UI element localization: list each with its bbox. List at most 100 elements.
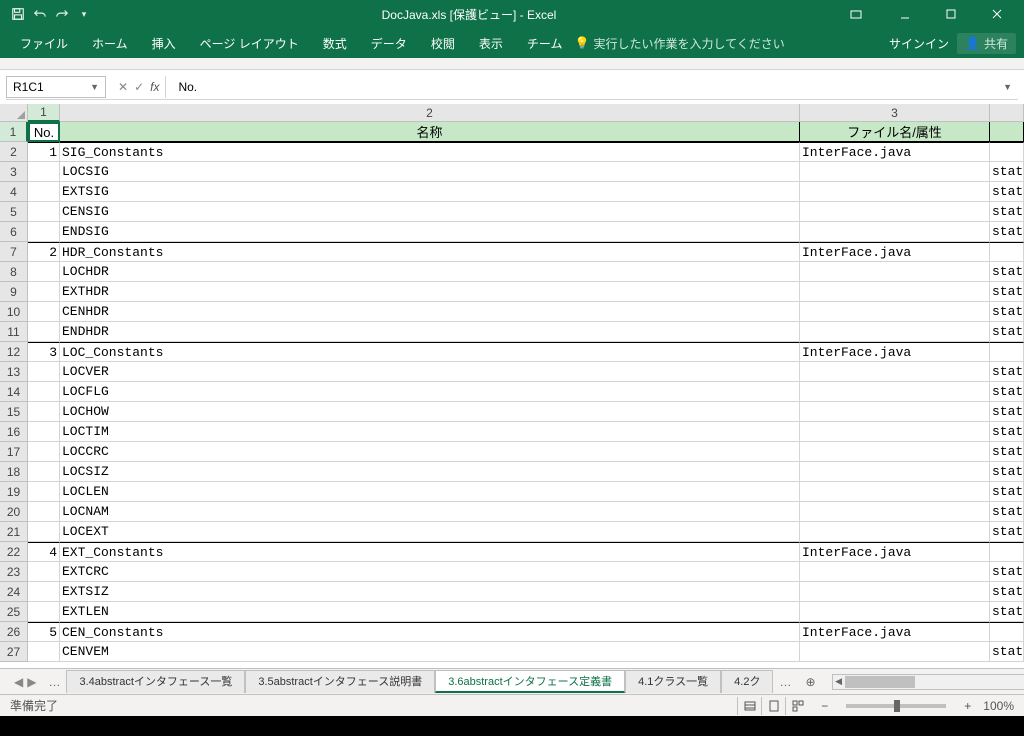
fx-icon[interactable]: fx [150, 80, 159, 94]
scroll-thumb[interactable] [845, 676, 915, 688]
cell[interactable]: CENHDR [60, 302, 800, 322]
cell[interactable] [800, 302, 990, 322]
scroll-left-icon[interactable]: ◀ [833, 675, 845, 689]
cell[interactable]: 3 [28, 342, 60, 362]
col-header-1[interactable]: 1 [28, 104, 60, 122]
cell[interactable] [28, 562, 60, 582]
cell[interactable] [28, 502, 60, 522]
cancel-icon[interactable]: ✕ [118, 80, 128, 94]
row-header[interactable]: 16 [0, 422, 28, 442]
cell[interactable] [800, 182, 990, 202]
horizontal-scrollbar[interactable]: ◀ ▶ [832, 674, 1024, 690]
cell[interactable]: CEN_Constants [60, 622, 800, 642]
col-header-4[interactable] [990, 104, 1024, 122]
row-header[interactable]: 25 [0, 602, 28, 622]
tab-data[interactable]: データ [359, 28, 419, 58]
row-header[interactable]: 1 [0, 122, 28, 142]
row-header[interactable]: 2 [0, 142, 28, 162]
tab-home[interactable]: ホーム [80, 28, 140, 58]
save-icon[interactable] [10, 6, 26, 22]
cell[interactable] [28, 322, 60, 342]
tab-insert[interactable]: 挿入 [140, 28, 188, 58]
cell[interactable] [990, 242, 1024, 262]
col-header-3[interactable]: 3 [800, 104, 990, 122]
signin-link[interactable]: サインイン [889, 35, 949, 52]
cell[interactable] [28, 402, 60, 422]
cell[interactable] [28, 522, 60, 542]
cell[interactable]: EXTSIZ [60, 582, 800, 602]
cell[interactable]: 1 [28, 142, 60, 162]
cell[interactable] [800, 202, 990, 222]
cell[interactable] [800, 462, 990, 482]
cell[interactable]: InterFace.java [800, 242, 990, 262]
tab-team[interactable]: チーム [515, 28, 575, 58]
sheet-tab[interactable]: 3.6abstractインタフェース定義書 [435, 670, 625, 693]
redo-icon[interactable] [54, 6, 70, 22]
cell[interactable]: stati [990, 262, 1024, 282]
cell[interactable]: stati [990, 582, 1024, 602]
select-all-corner[interactable] [0, 104, 28, 122]
row-header[interactable]: 6 [0, 222, 28, 242]
cell[interactable]: LOCCRC [60, 442, 800, 462]
cell[interactable]: ENDHDR [60, 322, 800, 342]
zoom-level[interactable]: 100% [983, 699, 1014, 713]
cell[interactable]: stati [990, 282, 1024, 302]
page-layout-view-icon[interactable] [761, 697, 785, 715]
row-header[interactable]: 8 [0, 262, 28, 282]
share-button[interactable]: 👤 共有 [957, 33, 1016, 54]
row-header[interactable]: 26 [0, 622, 28, 642]
cell[interactable] [28, 442, 60, 462]
cell[interactable] [800, 562, 990, 582]
name-box[interactable]: R1C1 ▼ [6, 76, 106, 98]
cell[interactable]: LOCEXT [60, 522, 800, 542]
undo-icon[interactable] [32, 6, 48, 22]
cell[interactable]: ファイル名/属性 [800, 122, 990, 142]
cell[interactable]: stati [990, 362, 1024, 382]
cell[interactable]: LOC_Constants [60, 342, 800, 362]
row-header[interactable]: 27 [0, 642, 28, 662]
row-header[interactable]: 24 [0, 582, 28, 602]
cell[interactable]: SIG_Constants [60, 142, 800, 162]
sheet-tab[interactable]: 4.2ク [721, 670, 773, 693]
cell[interactable] [800, 602, 990, 622]
chevron-down-icon[interactable]: ▼ [90, 82, 99, 92]
cell[interactable]: HDR_Constants [60, 242, 800, 262]
cell[interactable]: stati [990, 422, 1024, 442]
cell[interactable]: stati [990, 222, 1024, 242]
cell[interactable]: stati [990, 442, 1024, 462]
ribbon-display-icon[interactable] [840, 0, 872, 28]
cell[interactable] [28, 162, 60, 182]
cell[interactable]: InterFace.java [800, 542, 990, 562]
row-header[interactable]: 7 [0, 242, 28, 262]
col-header-2[interactable]: 2 [60, 104, 800, 122]
cell[interactable]: stati [990, 202, 1024, 222]
cell[interactable] [800, 402, 990, 422]
cell[interactable]: EXTSIG [60, 182, 800, 202]
customize-qat-icon[interactable]: ▾ [76, 6, 92, 22]
cell[interactable]: stati [990, 382, 1024, 402]
cell[interactable]: LOCSIG [60, 162, 800, 182]
cell[interactable] [800, 482, 990, 502]
sheet-ellipsis-left[interactable]: … [42, 673, 66, 691]
cell[interactable] [800, 382, 990, 402]
cell[interactable] [800, 162, 990, 182]
cell[interactable] [800, 642, 990, 662]
cell[interactable]: CENSIG [60, 202, 800, 222]
tab-review[interactable]: 校閲 [419, 28, 467, 58]
cell[interactable] [800, 502, 990, 522]
cell[interactable]: stati [990, 642, 1024, 662]
cell[interactable] [800, 522, 990, 542]
cell[interactable]: stati [990, 602, 1024, 622]
row-header[interactable]: 14 [0, 382, 28, 402]
cell[interactable]: 名称 [60, 122, 800, 142]
close-icon[interactable] [974, 0, 1020, 28]
sheet-ellipsis-right[interactable]: … [773, 673, 797, 691]
cell[interactable] [28, 282, 60, 302]
row-header[interactable]: 12 [0, 342, 28, 362]
cell[interactable] [28, 382, 60, 402]
sheet-prev-icon[interactable]: ◀ [14, 675, 23, 689]
cell[interactable] [28, 482, 60, 502]
cell[interactable]: LOCVER [60, 362, 800, 382]
minimize-icon[interactable] [882, 0, 928, 28]
new-sheet-icon[interactable]: ⊕ [797, 673, 823, 691]
